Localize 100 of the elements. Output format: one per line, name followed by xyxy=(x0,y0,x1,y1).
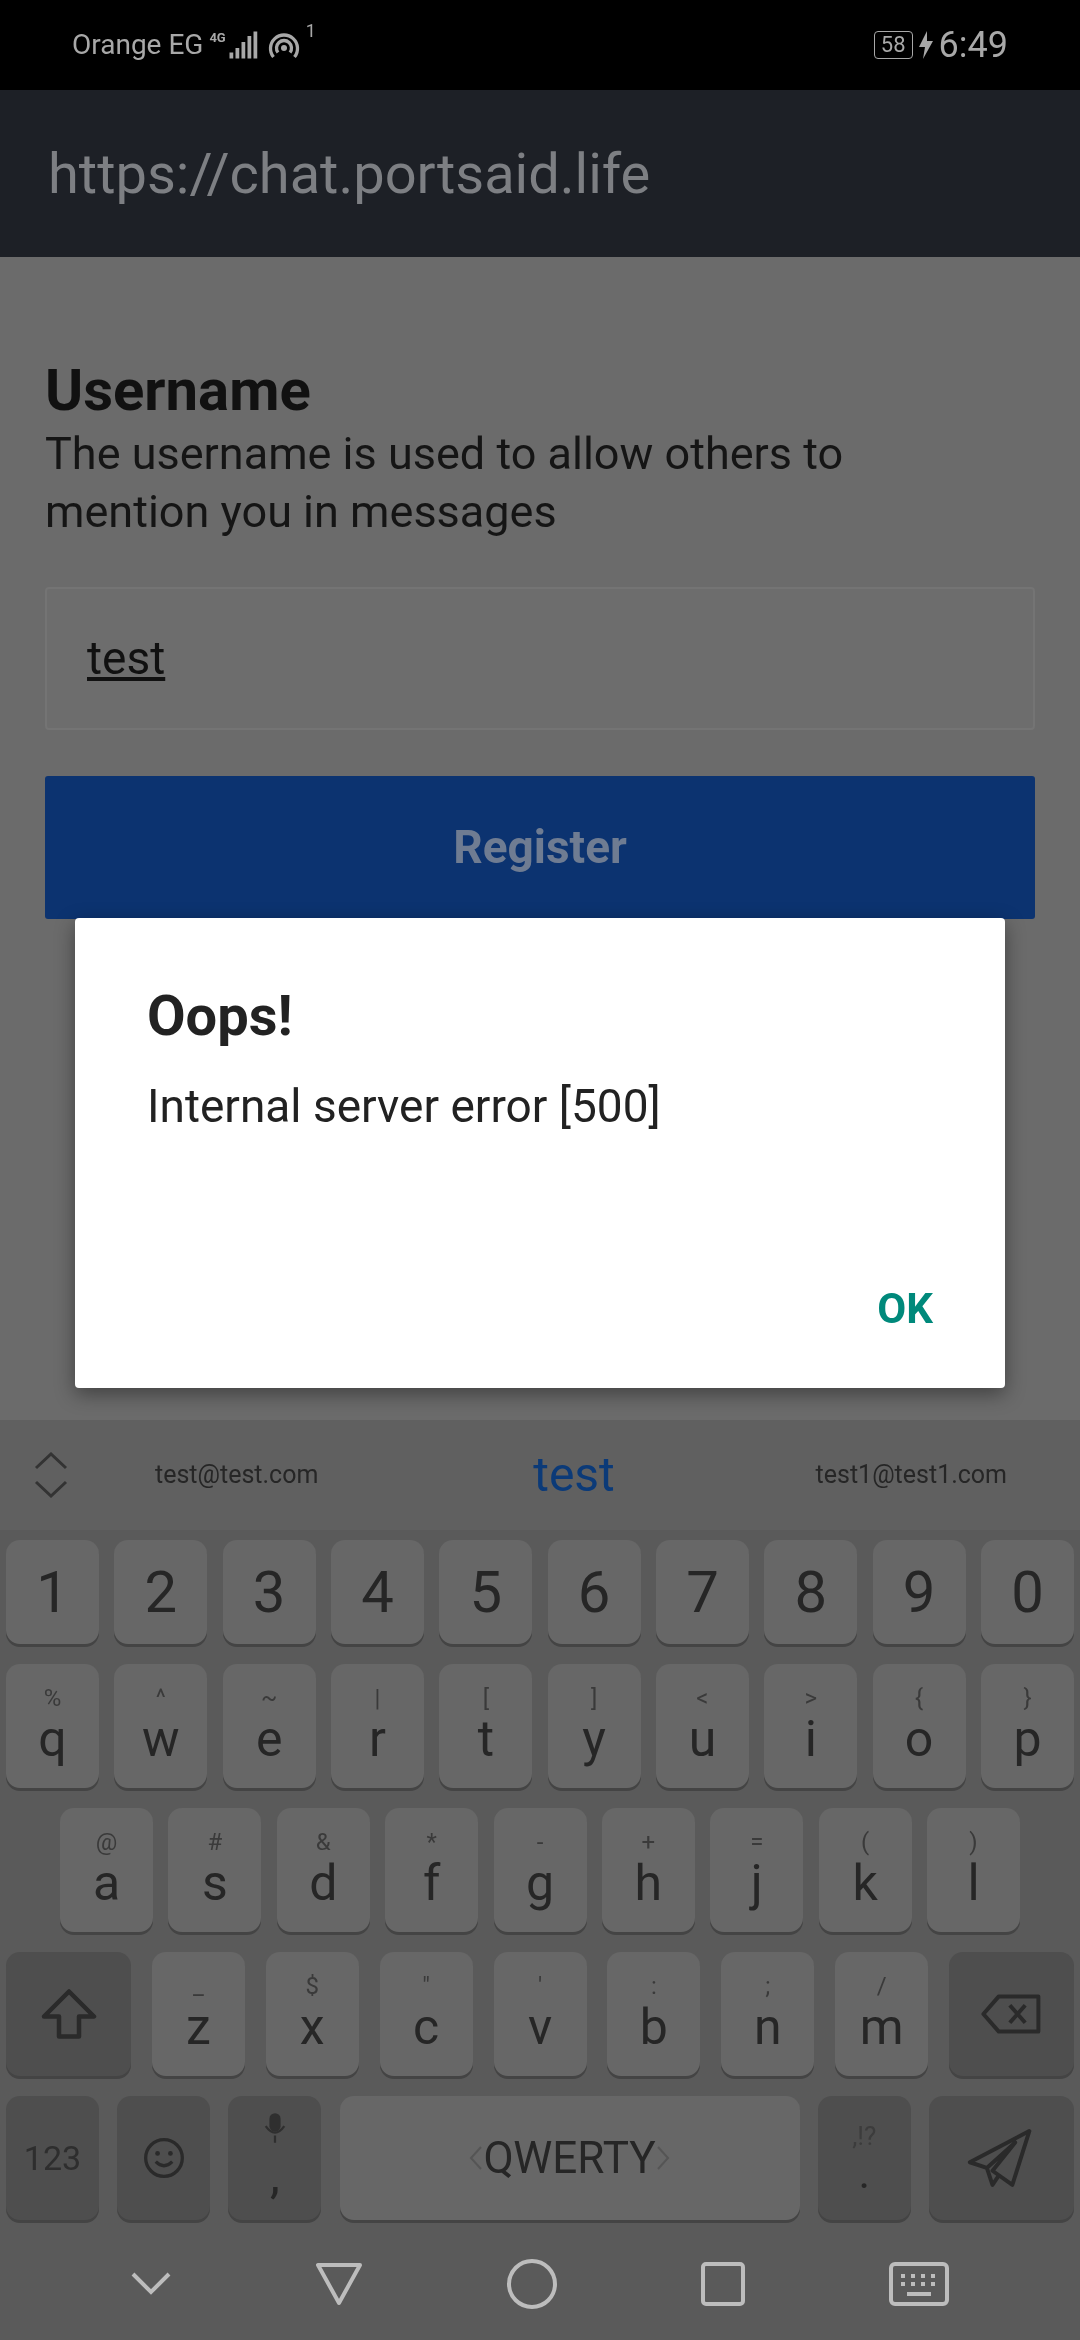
signal-icon xyxy=(227,30,258,60)
back-icon[interactable] xyxy=(313,2261,364,2307)
chevron-down-icon[interactable] xyxy=(131,2272,172,2296)
key-hint: " xyxy=(422,1973,430,1999)
keyboard-key[interactable]: > i xyxy=(764,1664,858,1788)
ok-button[interactable]: OK xyxy=(865,1277,945,1340)
key-label: c xyxy=(413,1999,440,2055)
keyboard-key[interactable]: * f xyxy=(385,1808,479,1932)
keyboard-key[interactable]: @ a xyxy=(60,1808,153,1932)
key-label: 6 xyxy=(577,1560,611,1624)
keyboard-key[interactable]: $ x xyxy=(265,1952,359,2076)
keyboard-key[interactable]: + h xyxy=(601,1808,695,1932)
keyboard-key[interactable]: ^ w xyxy=(114,1664,208,1788)
key-hint: ^ xyxy=(155,1685,166,1711)
battery-level: 58 xyxy=(873,31,913,59)
keyboard-key[interactable]: 4 xyxy=(331,1540,424,1644)
keyboard-key[interactable]: | r xyxy=(331,1664,424,1788)
keyboard-key[interactable]: 1 xyxy=(6,1540,99,1644)
keyboard-icon[interactable] xyxy=(888,2262,949,2306)
keyboard-key[interactable]: 3 xyxy=(222,1540,316,1644)
key-hint: { xyxy=(915,1685,924,1711)
key-hint: / xyxy=(876,1973,887,1999)
key-label: s xyxy=(201,1855,228,1911)
keyboard-key[interactable]: 2 xyxy=(114,1540,208,1644)
key-hint: [ xyxy=(482,1685,489,1711)
keyboard-key[interactable]: 8 xyxy=(764,1540,858,1644)
keyboard-key[interactable]: : b xyxy=(607,1952,701,2076)
period-key[interactable]: ,!? . xyxy=(817,2096,911,2220)
key-hint: ; xyxy=(765,1973,771,1999)
key-hint: & xyxy=(315,1829,331,1855)
key-hint: _ xyxy=(192,1973,204,1999)
key-hint: ' xyxy=(537,1973,543,1999)
keyboard-key[interactable]: { o xyxy=(872,1664,966,1788)
key-label: q xyxy=(38,1711,67,1767)
key-label: u xyxy=(688,1711,717,1767)
keyboard-key[interactable]: 5 xyxy=(439,1540,533,1644)
key-label: 9 xyxy=(902,1560,936,1624)
key-label: v xyxy=(527,1999,553,2055)
key-hint: ) xyxy=(969,1829,978,1855)
keyboard-key[interactable]: " c xyxy=(379,1952,473,2076)
key-label: j xyxy=(750,1855,763,1911)
key-hint: # xyxy=(207,1829,223,1855)
username-field[interactable]: test xyxy=(45,587,1035,730)
key-label: n xyxy=(753,1999,782,2055)
key-label: 7 xyxy=(686,1560,719,1624)
recents-icon[interactable] xyxy=(700,2261,747,2307)
keyboard-key[interactable]: & d xyxy=(276,1808,370,1932)
key-hint: < xyxy=(696,1685,709,1711)
keyboard-key[interactable]: # s xyxy=(168,1808,262,1932)
suggestion-chip[interactable]: test1@test1.com xyxy=(742,1456,1080,1494)
keyboard-key[interactable]: ; n xyxy=(721,1952,815,2076)
key-label: 0 xyxy=(1011,1560,1044,1624)
comma-key[interactable]: , xyxy=(228,2096,322,2220)
keyboard-key[interactable]: ] y xyxy=(547,1664,641,1788)
register-button[interactable]: Register xyxy=(45,776,1035,919)
keyboard-key[interactable]: [ t xyxy=(439,1664,533,1788)
space-key[interactable]: QWERTY xyxy=(339,2096,800,2220)
key-hint: + xyxy=(641,1829,656,1855)
key-hint: @ xyxy=(95,1829,118,1855)
key-label: y xyxy=(582,1711,606,1767)
keyboard-key[interactable]: 9 xyxy=(872,1540,966,1644)
key-label: 4 xyxy=(361,1560,394,1624)
keyboard-key[interactable]: = j xyxy=(710,1808,804,1932)
key-label: QWERTY xyxy=(483,2131,656,2186)
key-label: z xyxy=(185,1999,211,2055)
network-type: 4G xyxy=(209,29,226,48)
emoji-key[interactable] xyxy=(117,2096,211,2220)
keyboard-key[interactable]: ' v xyxy=(493,1952,587,2076)
keyboard-key[interactable]: 7 xyxy=(655,1540,749,1644)
suggestion-chip[interactable]: test@test.com xyxy=(68,1456,406,1494)
keyboard-key[interactable]: _ z xyxy=(151,1952,245,2076)
suggestion-chip[interactable]: test xyxy=(405,1439,743,1511)
keyboard-key[interactable]: 0 xyxy=(980,1540,1074,1644)
key-label: r xyxy=(369,1711,386,1767)
keyboard-key[interactable]: } p xyxy=(980,1664,1074,1788)
keyboard-key[interactable]: ( k xyxy=(818,1808,912,1932)
key-hint: ~ xyxy=(261,1685,278,1711)
key-label: o xyxy=(904,1711,934,1767)
key-hint: > xyxy=(804,1685,818,1711)
key-label: i xyxy=(804,1711,817,1767)
key-hint: ] xyxy=(590,1685,598,1711)
keyboard-key[interactable]: % q xyxy=(6,1664,99,1788)
clock-time: 6:49 xyxy=(938,23,1008,68)
keyboard-key[interactable]: / m xyxy=(835,1952,929,2076)
key-label: d xyxy=(309,1855,338,1911)
key-label: , xyxy=(269,2145,280,2205)
key-label: p xyxy=(1013,1711,1042,1767)
key-label: 1 xyxy=(36,1560,69,1624)
keyboard-key[interactable]: 6 xyxy=(547,1540,641,1644)
keyboard-key[interactable]: ) l xyxy=(927,1808,1020,1932)
keyboard-key[interactable]: - g xyxy=(493,1808,587,1932)
keyboard-key[interactable]: < u xyxy=(655,1664,749,1788)
key-label: f xyxy=(422,1855,441,1911)
keyboard-key[interactable]: ~ e xyxy=(222,1664,316,1788)
home-icon[interactable] xyxy=(505,2258,558,2310)
key-hint: | xyxy=(374,1685,381,1711)
key-label: m xyxy=(859,1999,904,2055)
field-value: test xyxy=(87,630,166,687)
key-label: 8 xyxy=(794,1560,828,1624)
key-hint: - xyxy=(536,1829,544,1855)
